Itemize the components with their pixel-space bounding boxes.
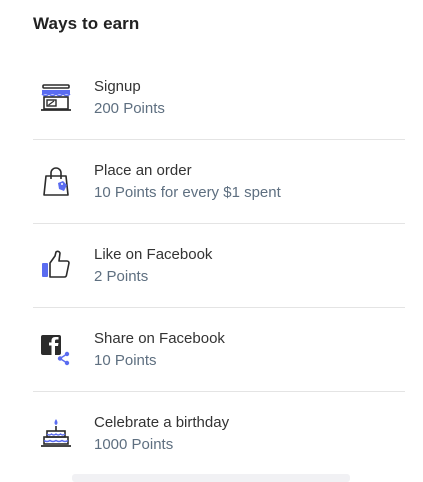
footer-edge <box>72 474 350 482</box>
earn-item-name: Celebrate a birthday <box>94 414 230 431</box>
earn-item-name: Share on Facebook <box>94 330 225 347</box>
earn-item-points: 2 Points <box>94 268 149 285</box>
earn-list: Signup 200 Points Place an order 10 Poin… <box>33 56 405 476</box>
storefront-icon <box>39 80 73 114</box>
earn-item-points: 10 Points <box>94 352 157 369</box>
earn-item-points: 10 Points for every $1 spent <box>94 184 281 201</box>
thumbs-up-icon <box>39 248 73 282</box>
earn-item-place-order[interactable]: Place an order 10 Points for every $1 sp… <box>33 140 405 224</box>
earn-item-name: Place an order <box>94 162 192 179</box>
shopping-bag-icon <box>39 164 73 198</box>
earn-item-signup[interactable]: Signup 200 Points <box>33 56 405 140</box>
earn-item-name: Signup <box>94 78 141 95</box>
earn-item-name: Like on Facebook <box>94 246 213 263</box>
earn-item-like-facebook[interactable]: Like on Facebook 2 Points <box>33 224 405 308</box>
birthday-cake-icon <box>39 416 73 450</box>
ways-to-earn-panel: Ways to earn Signup 200 Points Place an … <box>0 0 423 482</box>
earn-item-birthday[interactable]: Celebrate a birthday 1000 Points <box>33 392 405 476</box>
section-title: Ways to earn <box>33 14 140 33</box>
earn-item-share-facebook[interactable]: Share on Facebook 10 Points <box>33 308 405 392</box>
earn-item-points: 1000 Points <box>94 436 174 453</box>
facebook-share-icon <box>39 332 73 366</box>
earn-item-points: 200 Points <box>94 100 165 117</box>
